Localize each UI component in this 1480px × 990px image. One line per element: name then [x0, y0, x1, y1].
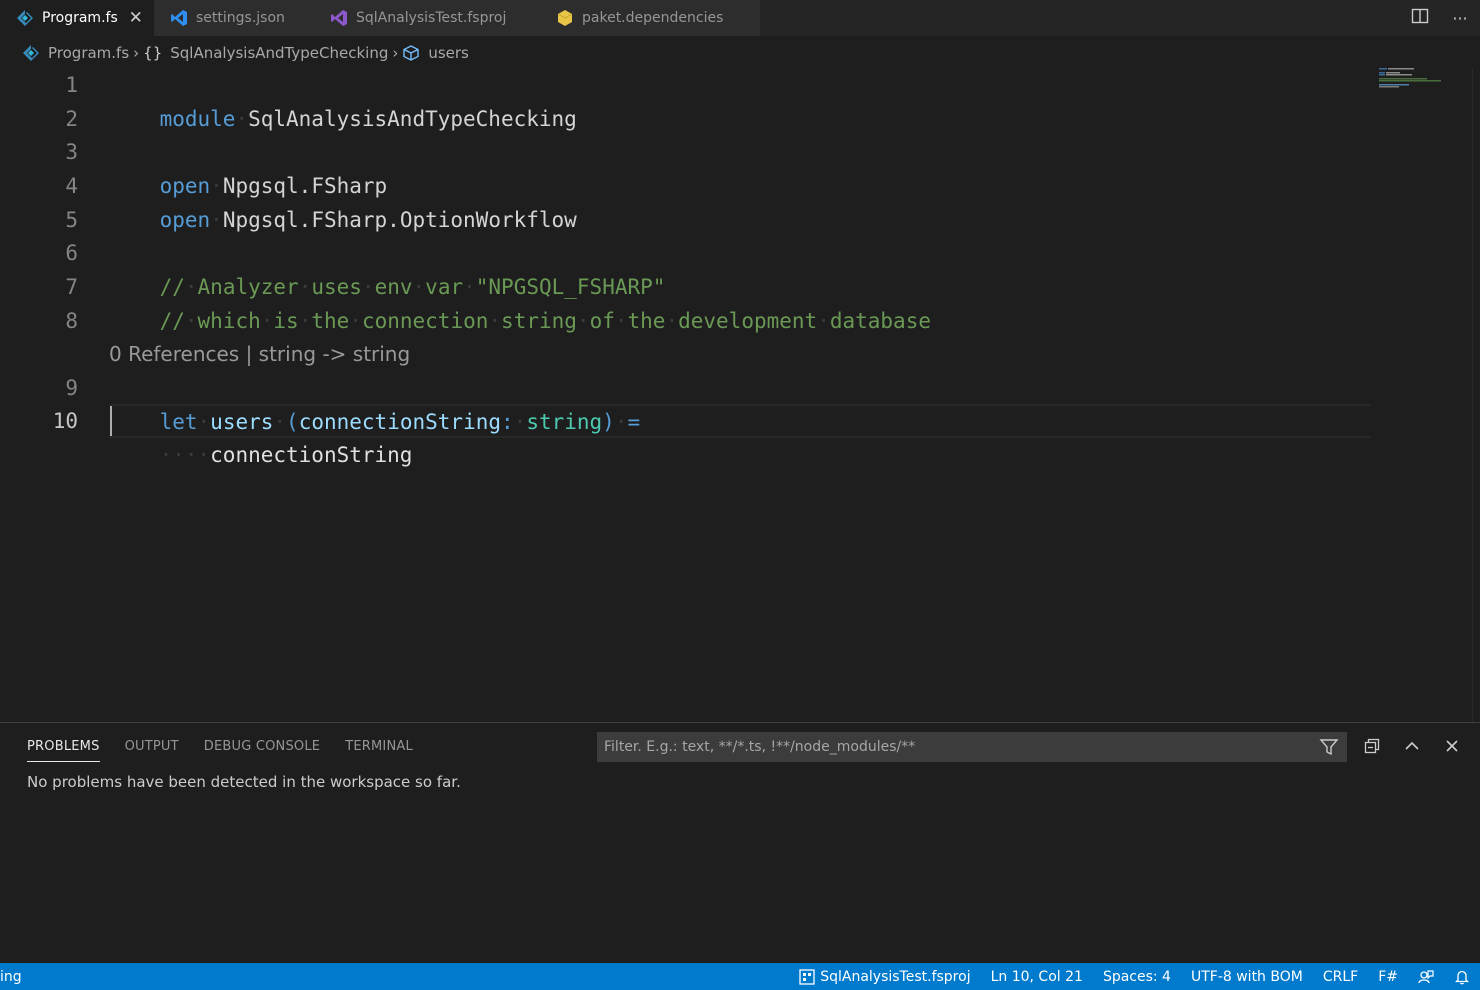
status-encoding[interactable]: UTF-8 with BOM — [1181, 969, 1313, 985]
identifier: SqlAnalysisAndTypeChecking — [248, 107, 577, 131]
keyword: open — [159, 208, 211, 232]
collapse-all-icon[interactable] — [1352, 735, 1392, 757]
filter-placeholder: Filter. E.g.: text, **/*.ts, !**/node_mo… — [604, 739, 916, 755]
tab-terminal[interactable]: TERMINAL — [345, 739, 413, 762]
line-number: 9 — [65, 376, 78, 400]
status-indentation[interactable]: Spaces: 4 — [1093, 969, 1181, 985]
tab-paket-dependencies[interactable]: paket.dependencies — [540, 0, 760, 36]
namespace-icon: {} — [143, 44, 163, 62]
vscode-icon — [168, 9, 190, 27]
line-number: 8 — [65, 309, 78, 333]
tab-output[interactable]: OUTPUT — [125, 739, 179, 762]
problems-message: No problems have been detected in the wo… — [27, 773, 461, 791]
chevron-right-icon: › — [133, 44, 140, 62]
status-bar: ing SqlAnalysisTest.fsproj Ln 10, Col 21… — [0, 963, 1480, 990]
tab-program-fs[interactable]: Program.fs ✕ — [0, 0, 154, 36]
tab-settings-json[interactable]: settings.json — [154, 0, 314, 36]
tab-label: SqlAnalysisTest.fsproj — [356, 10, 507, 26]
breadcrumb-symbol[interactable]: users — [428, 44, 469, 62]
close-icon[interactable]: ✕ — [128, 8, 144, 28]
fsharp-icon — [14, 9, 36, 27]
fsharp-icon — [22, 44, 40, 62]
operator: = — [627, 410, 641, 434]
colon: : — [501, 410, 514, 434]
line-number: 5 — [65, 208, 78, 232]
cube-icon — [402, 44, 420, 62]
filter-icon[interactable] — [1319, 737, 1339, 761]
visual-studio-icon — [328, 9, 350, 27]
minimap[interactable] — [1376, 68, 1476, 108]
line-number: 7 — [65, 275, 78, 299]
line-number-current: 10 — [52, 409, 78, 433]
line-number: 3 — [65, 140, 78, 164]
code-line-current[interactable]: ····connectionString — [109, 404, 413, 467]
identifier: connectionString — [210, 443, 413, 467]
editor-actions: ··· — [1400, 0, 1480, 36]
bottom-panel: PROBLEMS OUTPUT DEBUG CONSOLE TERMINAL F… — [0, 722, 1480, 963]
vertical-scrollbar[interactable] — [1472, 68, 1480, 722]
breadcrumb-file[interactable]: Program.fs — [48, 44, 129, 62]
status-project-label: SqlAnalysisTest.fsproj — [820, 968, 971, 985]
status-left-text[interactable]: ing — [0, 969, 22, 985]
editor-tab-bar: Program.fs ✕ settings.json SqlAnalysisTe… — [0, 0, 1480, 36]
text-cursor — [110, 406, 112, 436]
line-number: 1 — [65, 73, 78, 97]
code-line[interactable]: open·Npgsql.FSharp.OptionWorkflow — [109, 169, 577, 232]
project-icon — [799, 968, 815, 985]
code-line[interactable]: module·SqlAnalysisAndTypeChecking — [109, 68, 577, 131]
code-line[interactable]: //·Analyzer·uses·env·var·"NPGSQL_FSHARP" — [109, 236, 666, 299]
line-number: 2 — [65, 107, 78, 131]
line-number: 6 — [65, 241, 78, 265]
breadcrumb: Program.fs › {} SqlAnalysisAndTypeChecki… — [0, 38, 1480, 68]
split-editor-icon[interactable] — [1400, 7, 1440, 29]
type-name: string — [526, 410, 603, 434]
notifications-bell-icon[interactable] — [1444, 969, 1480, 985]
tab-label: Program.fs — [42, 10, 118, 26]
close-panel-icon[interactable] — [1432, 735, 1472, 757]
tab-problems[interactable]: PROBLEMS — [27, 739, 100, 762]
tab-label: settings.json — [196, 10, 285, 26]
feedback-icon[interactable] — [1408, 969, 1444, 985]
code-line[interactable]: let·users·(connectionString:·string)·= — [109, 371, 641, 434]
status-eol[interactable]: CRLF — [1313, 969, 1368, 985]
panel-actions — [1352, 735, 1472, 757]
status-language[interactable]: F# — [1368, 969, 1408, 985]
chevron-right-icon: › — [392, 44, 399, 62]
maximize-panel-icon[interactable] — [1392, 735, 1432, 757]
panel-tabs: PROBLEMS OUTPUT DEBUG CONSOLE TERMINAL — [27, 739, 438, 762]
problems-filter-input[interactable]: Filter. E.g.: text, **/*.ts, !**/node_mo… — [597, 732, 1347, 762]
status-project[interactable]: SqlAnalysisTest.fsproj — [789, 969, 980, 985]
status-cursor-position[interactable]: Ln 10, Col 21 — [981, 969, 1093, 985]
keyword: module — [159, 107, 236, 131]
codelens-references[interactable]: 0 References | string -> string — [109, 342, 410, 366]
tab-label: paket.dependencies — [582, 10, 724, 26]
line-number: 4 — [65, 174, 78, 198]
code-line[interactable]: //·which·is·the·connection·string·of·the… — [109, 270, 931, 333]
identifier: Npgsql.FSharp.OptionWorkflow — [222, 208, 577, 232]
more-actions-icon[interactable]: ··· — [1440, 9, 1480, 28]
paket-icon — [554, 9, 576, 27]
tab-fsproj[interactable]: SqlAnalysisTest.fsproj — [314, 0, 540, 36]
code-editor[interactable]: 1 2 3 4 5 6 7 8 9 10 module·SqlAnalysisA… — [0, 68, 1480, 722]
tab-debug-console[interactable]: DEBUG CONSOLE — [204, 739, 320, 762]
code-line[interactable]: open·Npgsql.FSharp — [109, 135, 388, 198]
breadcrumb-module[interactable]: SqlAnalysisAndTypeChecking — [170, 44, 388, 62]
comment: //·which·is·the·connection·string·of·the… — [159, 309, 931, 333]
paren: ) — [602, 410, 615, 434]
